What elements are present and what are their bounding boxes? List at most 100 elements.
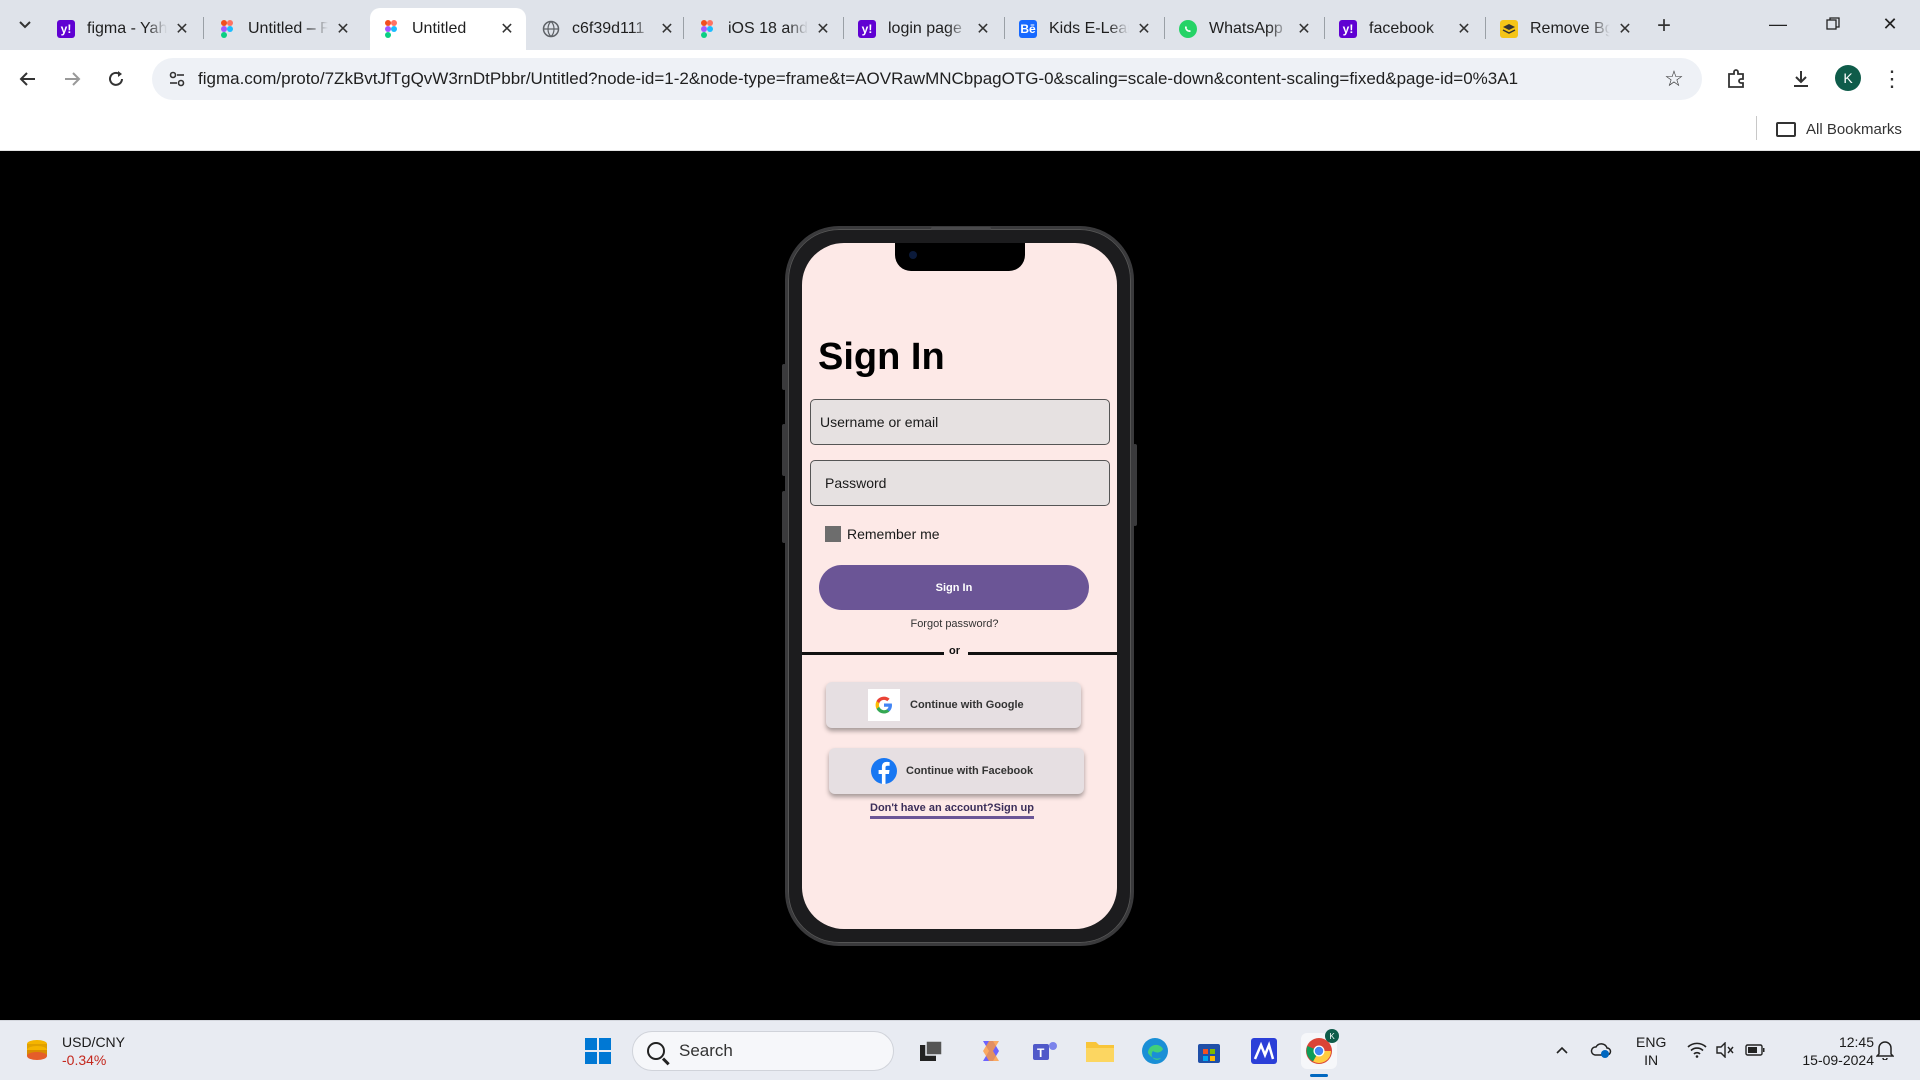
forgot-password-link[interactable]: Forgot password?: [802, 618, 1107, 630]
url-text[interactable]: figma.com/proto/7ZkBvtJfTgQvW3rnDtPbbr/U…: [198, 69, 1658, 89]
close-tab-icon[interactable]: ✕: [1135, 20, 1153, 38]
yahoo-icon: y!: [1339, 20, 1357, 38]
close-tab-icon[interactable]: ✕: [814, 20, 832, 38]
task-view-button[interactable]: [914, 1033, 950, 1069]
close-window-button[interactable]: ✕: [1872, 8, 1908, 40]
close-tab-icon[interactable]: ✕: [974, 20, 992, 38]
chrome-profile-badge: K: [1325, 1029, 1339, 1043]
continue-with-google-button[interactable]: Continue with Google: [826, 682, 1081, 728]
browser-tab[interactable]: Bē Kids E-Learning ✕: [1007, 8, 1163, 50]
teams-button[interactable]: T: [1027, 1033, 1063, 1069]
sign-up-link[interactable]: Don't have an account?Sign up: [870, 802, 1034, 819]
back-button[interactable]: [12, 63, 44, 95]
forward-button[interactable]: [56, 63, 88, 95]
profile-avatar[interactable]: K: [1835, 65, 1861, 91]
notch: [895, 243, 1025, 271]
speaker-grille: [931, 227, 991, 230]
browser-tab[interactable]: Untitled ✕: [370, 8, 526, 50]
task-view-icon: [920, 1040, 943, 1061]
bookmark-star-icon[interactable]: ☆: [1658, 63, 1690, 95]
notification-bell-icon[interactable]: [1874, 1039, 1896, 1061]
sign-in-button[interactable]: Sign In: [819, 565, 1089, 610]
file-explorer-button[interactable]: [1082, 1033, 1118, 1069]
coins-icon: [22, 1038, 52, 1064]
chrome-button[interactable]: K: [1301, 1029, 1339, 1077]
copilot-icon: [983, 1041, 999, 1061]
all-bookmarks-button[interactable]: All Bookmarks: [1776, 116, 1902, 142]
clock-date: 15-09-2024: [1802, 1052, 1874, 1068]
tab-title: Remove Bg: [1530, 20, 1610, 37]
close-tab-icon[interactable]: ✕: [173, 20, 191, 38]
start-button[interactable]: [580, 1033, 616, 1069]
extensions-button[interactable]: [1720, 63, 1752, 95]
folder-icon: [1776, 121, 1796, 137]
google-icon: [868, 689, 900, 721]
tab-title: iOS 18 and: [728, 20, 808, 37]
tab-title: c6f39d111: [572, 20, 645, 37]
close-tab-icon[interactable]: ✕: [1455, 20, 1473, 38]
browser-tab[interactable]: y! facebook ✕: [1327, 8, 1483, 50]
tab-separator: [683, 17, 684, 39]
yahoo-icon: y!: [57, 20, 75, 38]
downloads-button[interactable]: [1785, 63, 1817, 95]
browser-tab[interactable]: Remove Bg ✕: [1488, 8, 1644, 50]
front-camera: [909, 251, 917, 259]
active-app-indicator: [1310, 1074, 1328, 1077]
currency-widget[interactable]: USD/CNY -0.34%: [22, 1029, 125, 1073]
folder-icon: [1086, 1042, 1114, 1062]
volume-muted-icon[interactable]: [1714, 1039, 1736, 1061]
language-indicator[interactable]: ENG IN: [1636, 1033, 1666, 1069]
continue-with-facebook-button[interactable]: Continue with Facebook: [829, 748, 1084, 794]
yahoo-icon: y!: [858, 20, 876, 38]
windows-icon: [585, 1038, 611, 1064]
close-tab-icon[interactable]: ✕: [334, 20, 352, 38]
remember-me-row[interactable]: Remember me: [825, 526, 940, 542]
browser-tab[interactable]: iOS 18 and ✕: [686, 8, 842, 50]
new-tab-button[interactable]: +: [1650, 12, 1678, 40]
close-tab-icon[interactable]: ✕: [1616, 20, 1634, 38]
chevron-up-icon[interactable]: [1551, 1039, 1573, 1061]
close-tab-icon[interactable]: ✕: [498, 20, 516, 38]
address-bar[interactable]: figma.com/proto/7ZkBvtJfTgQvW3rnDtPbbr/U…: [152, 58, 1702, 100]
edge-button[interactable]: [1137, 1033, 1173, 1069]
store-button[interactable]: [1191, 1033, 1227, 1069]
restore-button[interactable]: [1815, 8, 1851, 40]
minimize-button[interactable]: —: [1760, 8, 1796, 40]
figma-icon: [218, 20, 236, 38]
reload-icon: [109, 71, 123, 86]
username-field[interactable]: Username or email: [810, 399, 1110, 445]
tab-separator: [1324, 17, 1325, 39]
browser-tab[interactable]: y! figma - Yahoo Search ✕: [45, 8, 201, 50]
remember-me-label: Remember me: [847, 526, 940, 542]
app-m-icon: [1251, 1038, 1277, 1064]
battery-icon[interactable]: [1744, 1039, 1766, 1061]
tab-title: WhatsApp: [1209, 20, 1283, 37]
remember-me-checkbox[interactable]: [825, 526, 841, 542]
reload-button[interactable]: [100, 63, 132, 95]
clock[interactable]: 12:45 15-09-2024: [1784, 1033, 1874, 1069]
restore-icon: [1826, 17, 1840, 30]
prototype-canvas: Sign In Username or email Password Remem…: [0, 151, 1920, 1020]
copilot-button[interactable]: [973, 1033, 1009, 1069]
browser-tab[interactable]: c6f39d111 ✕: [530, 8, 686, 50]
more-menu-icon[interactable]: ⋮: [1880, 63, 1904, 95]
bookmarks-divider: [1756, 116, 1757, 140]
taskbar-search[interactable]: Search: [632, 1031, 894, 1071]
taskbar: USD/CNY -0.34% Search T K ENG IN 12:45 1…: [0, 1020, 1920, 1080]
power-button: [1133, 444, 1137, 526]
wifi-icon[interactable]: [1686, 1039, 1708, 1061]
browser-tab[interactable]: y! login page ✕: [846, 8, 1002, 50]
editor-app-button[interactable]: [1246, 1033, 1282, 1069]
onedrive-icon[interactable]: [1590, 1039, 1612, 1061]
close-tab-icon[interactable]: ✕: [658, 20, 676, 38]
browser-tab[interactable]: WhatsApp ✕: [1167, 8, 1323, 50]
widget-change: -0.34%: [62, 1052, 107, 1068]
tab-search-button[interactable]: [10, 10, 40, 40]
facebook-button-label: Continue with Facebook: [906, 765, 1034, 777]
tab-separator: [1164, 17, 1165, 39]
site-info-button[interactable]: [162, 64, 192, 94]
close-tab-icon[interactable]: ✕: [1295, 20, 1313, 38]
search-icon: [647, 1042, 665, 1060]
password-field[interactable]: Password: [810, 460, 1110, 506]
browser-tab[interactable]: Untitled – Figma ✕: [206, 8, 362, 50]
